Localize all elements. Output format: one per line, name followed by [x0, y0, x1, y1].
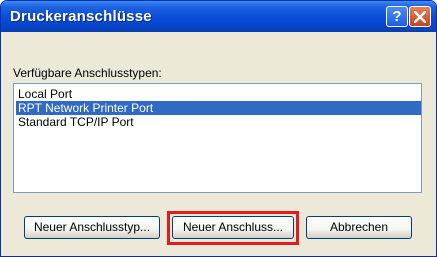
new-port-type-button[interactable]: Neuer Anschlusstyp...: [24, 216, 160, 239]
available-ports-label: Verfügbare Anschlusstypen:: [13, 66, 162, 80]
list-item-local-port[interactable]: Local Port: [16, 87, 421, 101]
printer-ports-dialog: Druckeranschlüsse ? Verfügbare Anschluss…: [0, 0, 437, 257]
title-bar[interactable]: Druckeranschlüsse ?: [1, 1, 436, 32]
help-button[interactable]: ?: [386, 6, 408, 27]
list-item-rpt-network-printer-port[interactable]: RPT Network Printer Port: [16, 101, 421, 115]
close-icon: [414, 11, 426, 23]
list-item-standard-tcpip-port[interactable]: Standard TCP/IP Port: [16, 115, 421, 129]
dialog-title: Druckeranschlüsse: [10, 8, 152, 25]
port-type-list[interactable]: Local Port RPT Network Printer Port Stan…: [13, 83, 422, 193]
close-button[interactable]: [409, 6, 431, 27]
help-icon: ?: [392, 8, 402, 25]
cancel-button[interactable]: Abbrechen: [306, 216, 412, 239]
new-port-button[interactable]: Neuer Anschluss...: [172, 216, 294, 239]
